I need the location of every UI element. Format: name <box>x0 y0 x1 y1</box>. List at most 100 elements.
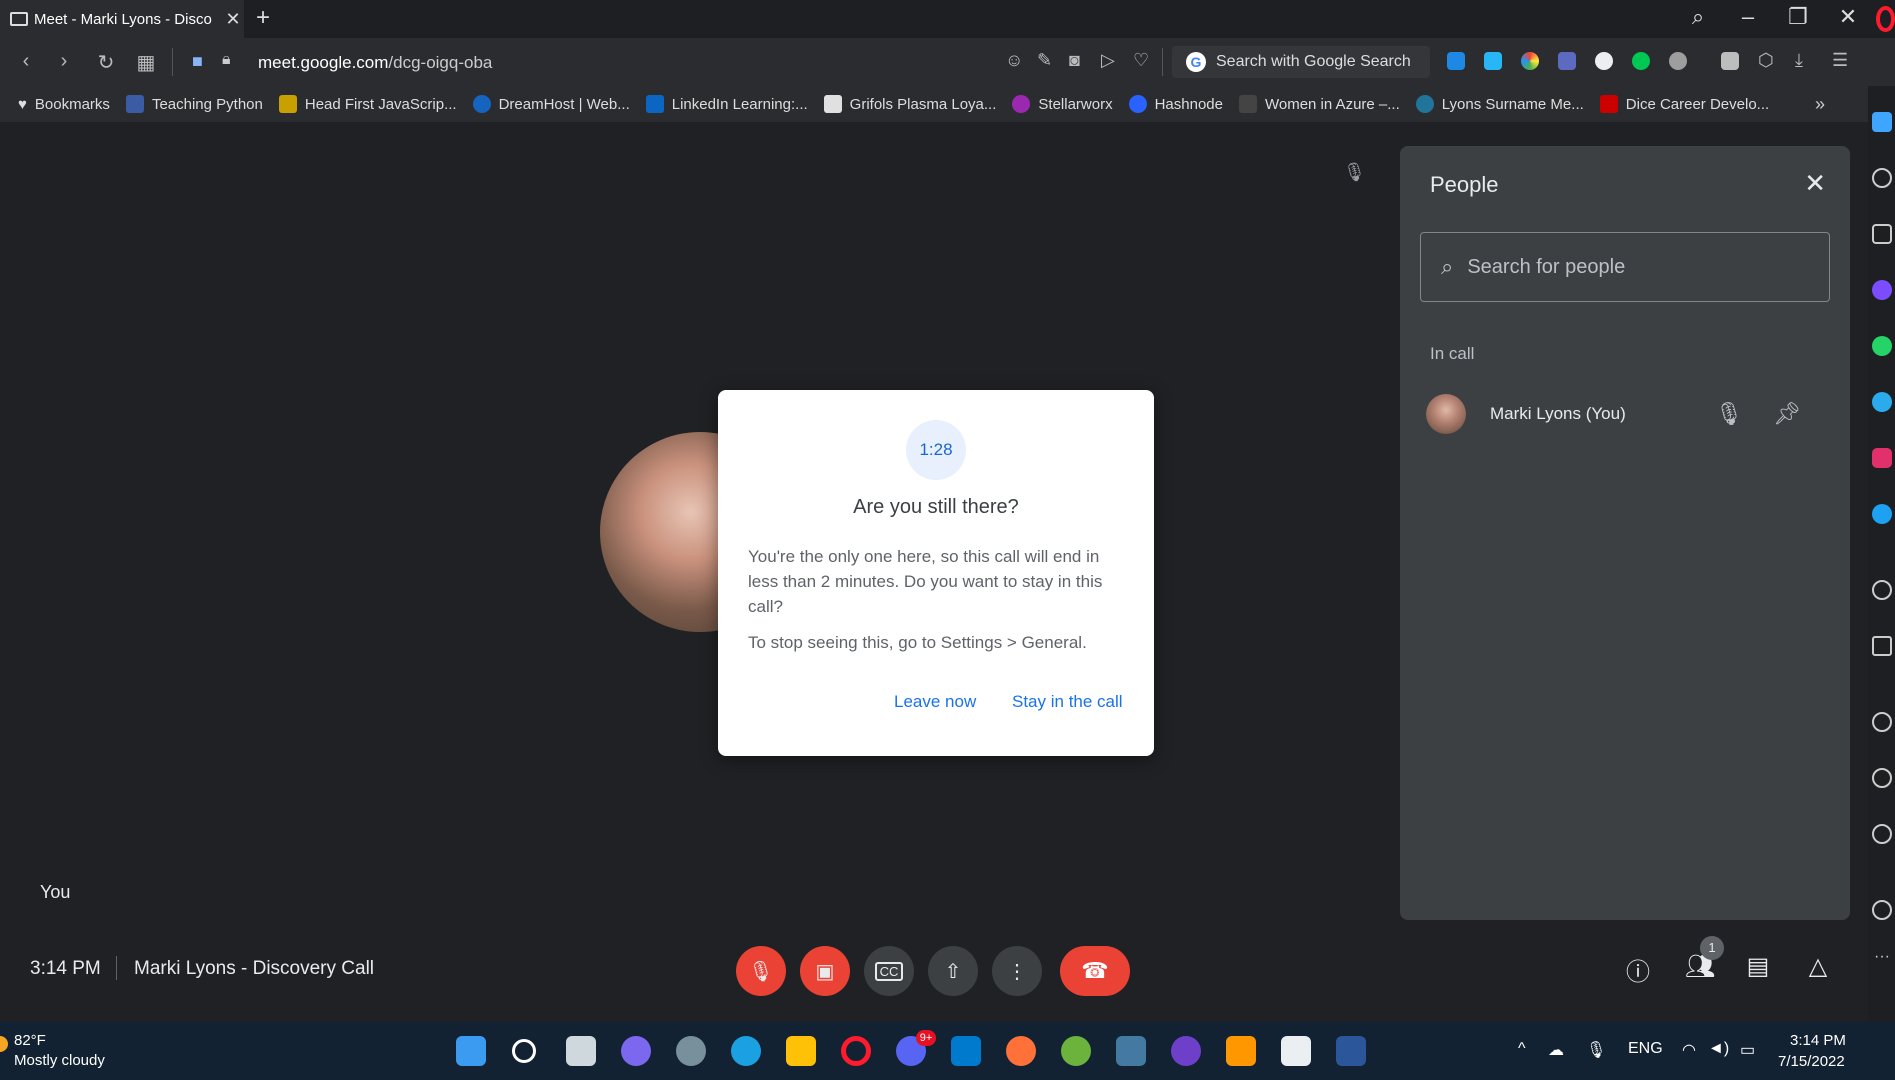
present-button[interactable]: ⇧ <box>928 946 978 996</box>
wifi-icon[interactable]: ◠ <box>1682 1040 1696 1060</box>
twitter-icon[interactable] <box>1872 504 1892 524</box>
snipping-tool-icon[interactable] <box>1281 1036 1311 1066</box>
search-icon[interactable] <box>512 1039 536 1063</box>
home-icon[interactable] <box>1872 112 1892 132</box>
download-icon[interactable]: ⤓ <box>1795 50 1803 71</box>
chevron-up-icon[interactable]: ^ <box>1518 1040 1526 1058</box>
extension-icon[interactable] <box>1484 52 1502 70</box>
weather-temperature[interactable]: 82°F <box>14 1032 46 1049</box>
participant-row[interactable]: Marki Lyons (You) 🎙︎ 📌︎ <box>1420 386 1830 442</box>
battery-icon[interactable]: ▭ <box>1740 1040 1755 1060</box>
opera-icon[interactable] <box>841 1036 871 1066</box>
bookmark-item[interactable]: ♥ Bookmarks <box>18 96 110 113</box>
telegram-icon[interactable] <box>1872 392 1892 412</box>
whatsapp-icon[interactable] <box>1872 336 1892 356</box>
bookmark-item[interactable]: Stellarworx <box>1012 95 1113 113</box>
start-icon[interactable] <box>456 1036 486 1066</box>
onedrive-icon[interactable]: ☁︎ <box>1548 1040 1564 1060</box>
mysql-workbench-icon[interactable] <box>1116 1036 1146 1066</box>
bookmark-item[interactable]: Grifols Plasma Loya... <box>823 95 997 113</box>
cube-icon[interactable]: ⬡ <box>1758 50 1774 71</box>
clock-time[interactable]: 3:14 PM <box>1790 1032 1846 1049</box>
extension-icon[interactable] <box>1558 52 1576 70</box>
bookmark-item[interactable]: Head First JavaScrip... <box>278 95 457 113</box>
bookmark-item[interactable]: Lyons Surname Me... <box>1415 95 1584 113</box>
pin-icon[interactable]: 📌︎ <box>1772 401 1802 427</box>
tab-meet[interactable]: Meet - Marki Lyons - Disco ✕ <box>0 0 244 38</box>
google-search-field[interactable]: G Search with Google Search <box>1172 46 1430 78</box>
tab-close-icon[interactable]: ✕ <box>222 9 244 30</box>
back-button[interactable]: ‹ <box>14 50 38 73</box>
bookmark-item[interactable]: LinkedIn Learning:... <box>645 95 808 113</box>
restore-button[interactable]: ❐ <box>1778 4 1818 30</box>
reload-button[interactable]: ↻ <box>94 50 118 75</box>
atom-extension-icon[interactable] <box>1595 52 1613 70</box>
bookmark-label: Grifols Plasma Loya... <box>849 95 997 113</box>
bookmark-item[interactable]: Women in Azure –... <box>1238 95 1400 113</box>
leave-call-button[interactable]: ☎︎ <box>1060 946 1130 996</box>
close-window-button[interactable]: ✕ <box>1828 4 1868 30</box>
color-picker-extension-icon[interactable] <box>1521 52 1539 70</box>
bookmark-item[interactable]: DreamHost | Web... <box>472 95 630 113</box>
extension-icon[interactable] <box>1632 52 1650 70</box>
settings-icon[interactable] <box>676 1036 706 1066</box>
star-icon[interactable] <box>1872 168 1892 188</box>
word-icon[interactable] <box>1336 1036 1366 1066</box>
forward-button[interactable]: › <box>52 50 76 73</box>
activities-button[interactable]: △ <box>1800 952 1836 981</box>
chat-app-icon[interactable] <box>621 1036 651 1066</box>
search-tabs-icon[interactable]: ⌕ <box>1678 4 1718 30</box>
extension-icon[interactable] <box>1447 52 1465 70</box>
meeting-info-button[interactable]: ⓘ <box>1620 952 1656 987</box>
chat-button[interactable]: ▤ <box>1740 952 1776 981</box>
stay-in-call-button[interactable]: Stay in the call <box>1012 692 1123 712</box>
messenger-icon[interactable] <box>1872 280 1892 300</box>
minimize-button[interactable]: – <box>1728 4 1768 30</box>
edge-icon[interactable] <box>731 1036 761 1066</box>
people-search-input[interactable]: ⌕ Search for people <box>1420 232 1830 302</box>
extensions-icon[interactable] <box>1872 224 1892 244</box>
file-explorer-icon[interactable] <box>786 1036 816 1066</box>
heart-icon[interactable] <box>1872 712 1892 732</box>
bookmark-item[interactable]: Dice Career Develo... <box>1599 95 1769 113</box>
weather-description[interactable]: Mostly cloudy <box>14 1052 105 1069</box>
more-options-button[interactable]: ⋮ <box>992 946 1042 996</box>
clock-date[interactable]: 7/15/2022 <box>1778 1053 1845 1070</box>
extension-icon[interactable] <box>1669 52 1687 70</box>
bookmark-item[interactable]: Teaching Python <box>125 95 263 113</box>
new-tab-button[interactable]: + <box>256 4 270 32</box>
mic-toggle-button[interactable]: 🎙︎ <box>736 946 786 996</box>
send-icon[interactable]: ▷ <box>1101 50 1115 71</box>
settings-icon[interactable] <box>1872 824 1892 844</box>
people-panel: People ✕ ⌕ Search for people In call Mar… <box>1400 146 1850 920</box>
leave-now-button[interactable]: Leave now <box>894 692 976 712</box>
heart-icon[interactable]: ♡ <box>1133 50 1149 71</box>
instagram-icon[interactable] <box>1872 448 1892 468</box>
emoji-icon[interactable]: ☺ <box>1005 50 1023 71</box>
bookmark-item[interactable]: Hashnode <box>1128 95 1223 113</box>
player-icon[interactable] <box>1872 580 1892 600</box>
more-icon[interactable]: ··· <box>1874 948 1890 966</box>
task-view-icon[interactable] <box>566 1036 596 1066</box>
spring-icon[interactable] <box>1061 1036 1091 1066</box>
postman-icon[interactable] <box>1006 1036 1036 1066</box>
send-icon[interactable] <box>1872 636 1892 656</box>
github-desktop-icon[interactable] <box>1171 1036 1201 1066</box>
language-indicator[interactable]: ENG <box>1628 1040 1663 1058</box>
vscode-icon[interactable] <box>951 1036 981 1066</box>
lightbulb-icon[interactable] <box>1872 900 1892 920</box>
sublime-text-icon[interactable] <box>1226 1036 1256 1066</box>
volume-icon[interactable]: ◄) <box>1708 1040 1729 1058</box>
captions-button[interactable]: CC <box>864 946 914 996</box>
meeting-name: Marki Lyons - Discovery Call <box>134 958 375 979</box>
snapshot-icon[interactable]: ◙ <box>1069 50 1080 71</box>
close-icon[interactable]: ✕ <box>1804 168 1826 199</box>
settings-sliders-icon[interactable]: ☰ <box>1832 50 1848 71</box>
microphone-icon[interactable]: 🎙︎ <box>1586 1040 1606 1060</box>
tabs-grid-icon[interactable]: ▦ <box>134 50 158 75</box>
camera-toggle-button[interactable]: ▣ <box>800 946 850 996</box>
history-icon[interactable] <box>1872 768 1892 788</box>
extension-icon[interactable] <box>1721 52 1739 70</box>
more-bookmarks-button[interactable]: » <box>1815 94 1825 115</box>
share-icon[interactable]: ✎ <box>1037 50 1052 71</box>
